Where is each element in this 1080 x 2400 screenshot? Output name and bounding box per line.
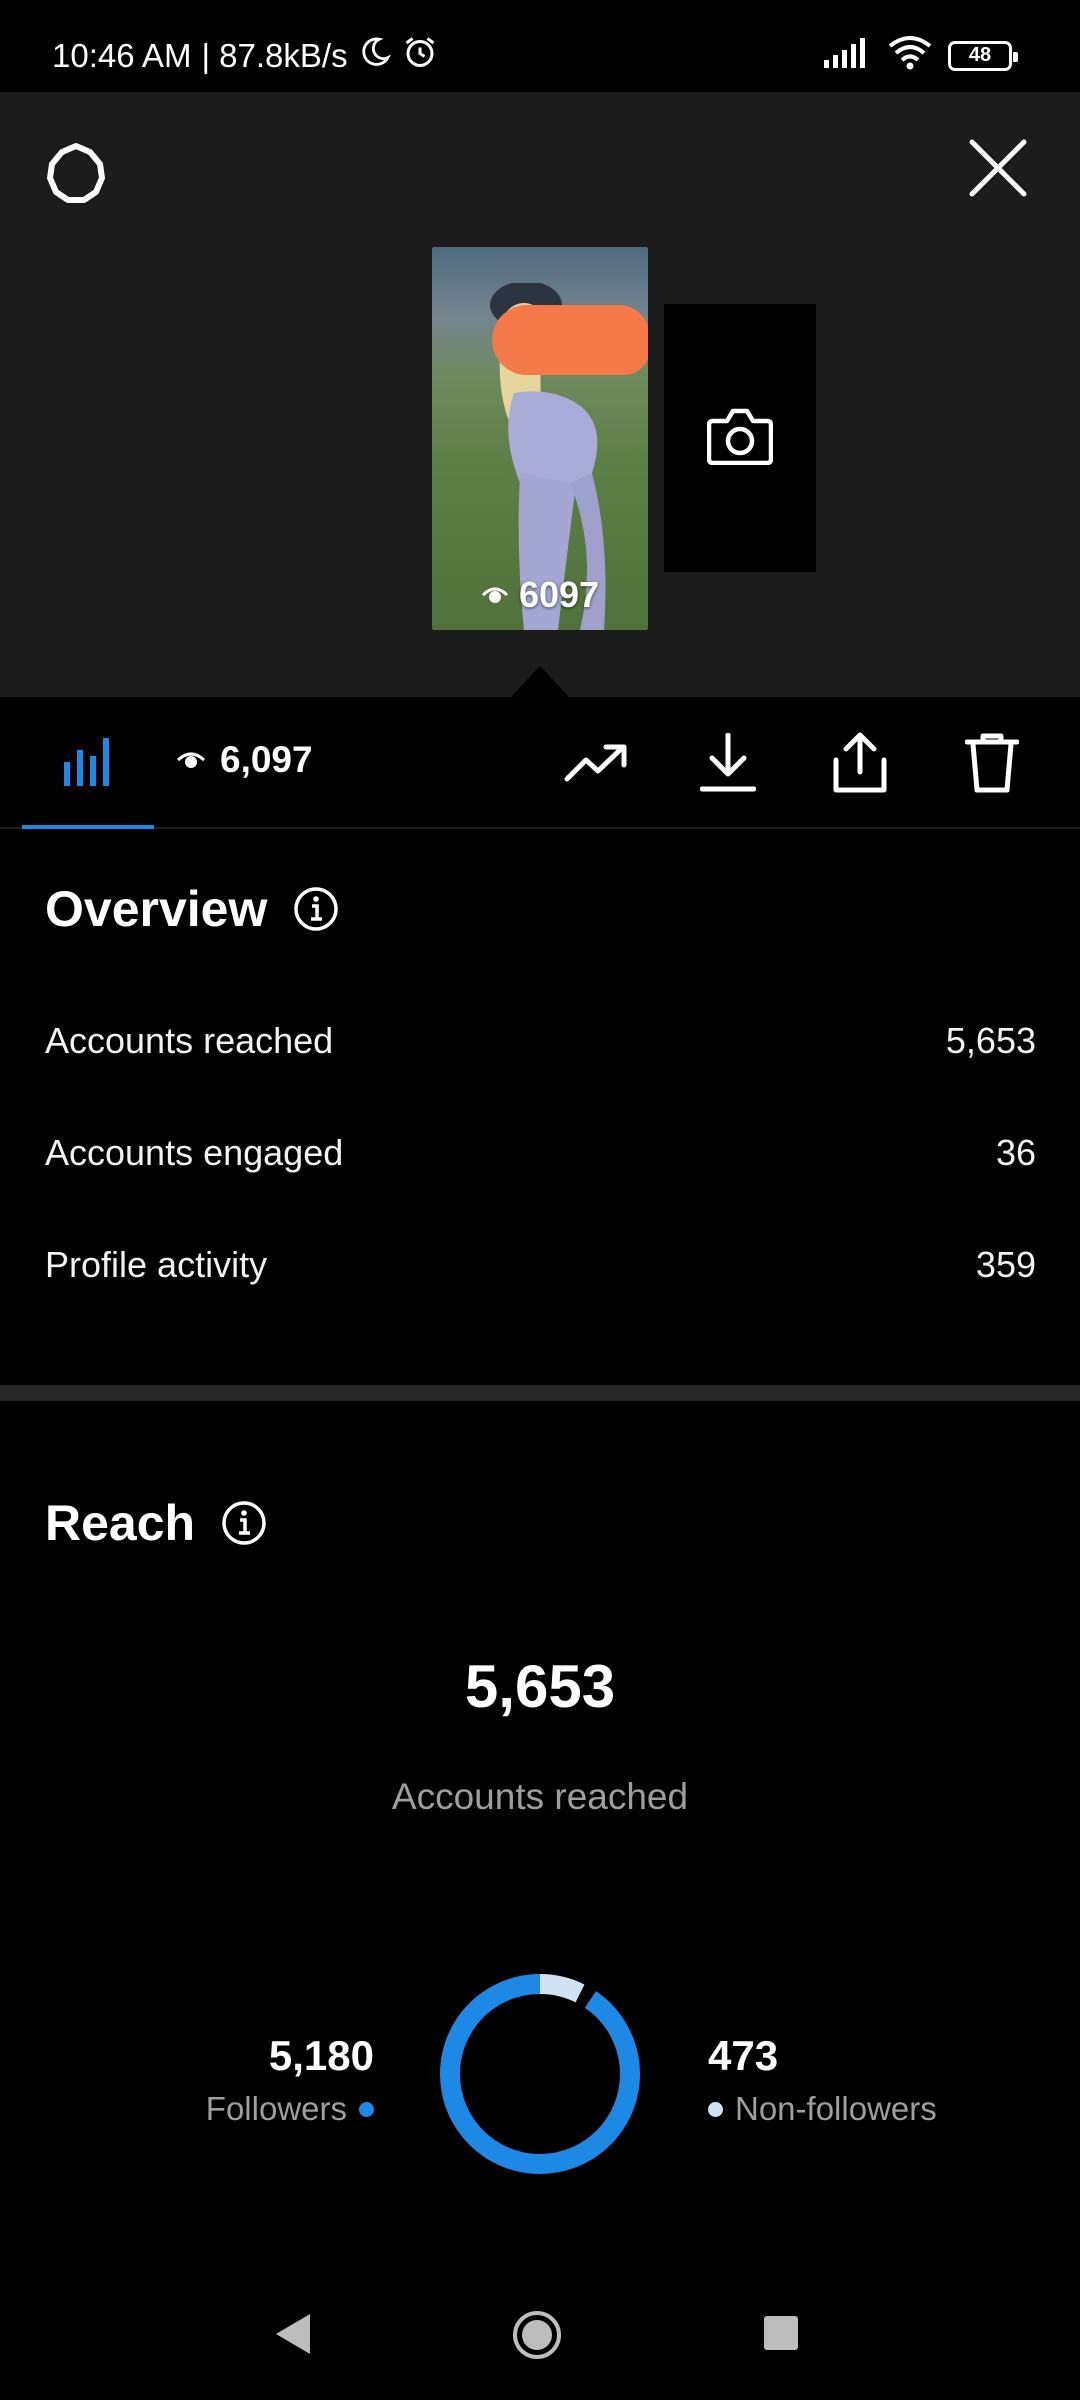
overview-row-accounts-engaged[interactable]: Accounts engaged 36 (45, 1132, 1036, 1174)
overview-title: Overview (45, 880, 339, 938)
followers-label: Followers (206, 2090, 374, 2128)
view-count: 6,097 (220, 739, 313, 780)
home-icon[interactable] (512, 2310, 562, 2360)
row-label: Accounts engaged (45, 1132, 344, 1173)
thumbnail-views: 6097 (432, 574, 648, 616)
bar-chart-icon (62, 736, 114, 791)
info-icon[interactable] (221, 1500, 267, 1546)
status-time: 10:46 AM (52, 37, 192, 74)
section-divider (0, 1385, 1080, 1401)
download-icon[interactable] (692, 727, 764, 799)
story-preview-area: 6097 (0, 92, 1080, 698)
wifi-icon (888, 36, 932, 75)
selected-story-pointer (510, 666, 570, 698)
non-followers-legend: 473 Non-followers (708, 2032, 937, 2128)
reach-total: 5,653 (464, 1653, 616, 1720)
overview-row-accounts-reached[interactable]: Accounts reached 5,653 (45, 1020, 1036, 1062)
status-right: 48 (822, 36, 1018, 75)
moon-icon (358, 35, 392, 77)
battery-icon: 48 (948, 40, 1018, 71)
story-thumbnail[interactable]: 6097 (432, 247, 648, 630)
status-bar: 10:46 AM | 87.8kB/s 48 (0, 0, 1080, 92)
system-nav-bar (0, 2282, 1080, 2400)
thumbnail-view-count: 6097 (518, 574, 600, 615)
recents-icon[interactable] (764, 2316, 798, 2350)
overview-title-text: Overview (45, 881, 268, 937)
overview-row-profile-activity[interactable]: Profile activity 359 (45, 1244, 1036, 1286)
row-label: Accounts reached (45, 1020, 334, 1061)
followers-count: 5,180 (268, 2032, 374, 2079)
row-value: 359 (975, 1244, 1036, 1285)
row-label: Profile activity (45, 1244, 268, 1285)
camera-icon (706, 407, 774, 470)
followers-legend: 5,180 Followers (206, 2032, 374, 2128)
alarm-icon (402, 34, 438, 78)
eye-icon (481, 574, 509, 616)
donut-followers-arc (440, 1974, 640, 2174)
eye-icon (176, 739, 206, 781)
non-followers-label: Non-followers (708, 2090, 937, 2128)
followers-label-text: Followers (205, 2090, 347, 2127)
non-followers-count: 473 (708, 2032, 779, 2079)
non-followers-dot (708, 2101, 723, 2117)
active-tab-indicator (22, 825, 154, 829)
tab-viewers[interactable]: 6,097 (176, 739, 313, 781)
row-value: 5,653 (945, 1020, 1036, 1061)
redaction-mark (492, 305, 648, 375)
story-toolbar: 6,097 (0, 697, 1080, 829)
status-network-speed: | 87.8kB/s (201, 37, 348, 74)
trash-icon[interactable] (956, 727, 1028, 799)
add-story-button[interactable] (664, 304, 816, 572)
settings-icon[interactable] (44, 142, 108, 206)
reach-total-label: Accounts reached (391, 1776, 689, 1817)
signal-icon (822, 38, 872, 73)
row-value: 36 (995, 1132, 1036, 1173)
reach-title-text: Reach (45, 1495, 196, 1551)
info-icon[interactable] (293, 886, 339, 932)
trending-icon[interactable] (560, 727, 632, 799)
back-icon[interactable] (272, 2312, 312, 2356)
reach-donut-chart (440, 1974, 640, 2174)
followers-dot (359, 2101, 374, 2117)
close-icon[interactable] (966, 136, 1030, 200)
reach-title: Reach (45, 1494, 267, 1552)
status-left: 10:46 AM | 87.8kB/s (52, 34, 438, 78)
non-followers-label-text: Non-followers (735, 2090, 937, 2127)
tab-insights[interactable] (22, 697, 154, 829)
share-icon[interactable] (824, 727, 896, 799)
